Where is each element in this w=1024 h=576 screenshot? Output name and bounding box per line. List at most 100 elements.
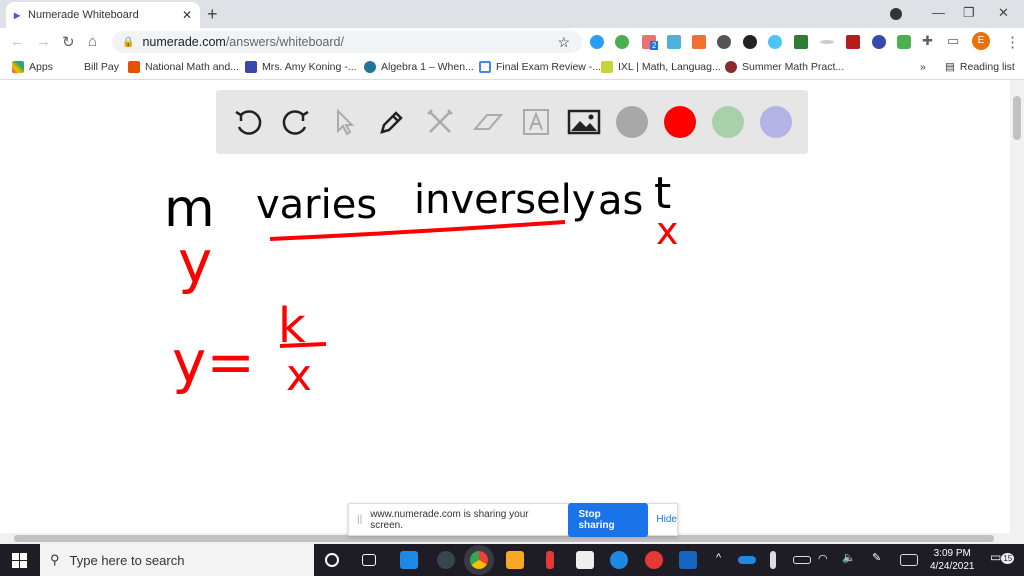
reading-list-button[interactable]: ▤ Reading list <box>945 61 1015 73</box>
extensions-puzzle-icon[interactable]: ✚ <box>922 33 933 49</box>
volume-icon[interactable]: 🔈 <box>842 551 856 564</box>
handwriting-y-label: y <box>178 228 212 296</box>
new-tab-button[interactable]: + <box>207 4 218 25</box>
bookmark-icon <box>128 61 140 73</box>
numerade-logo-icon: ▸ <box>14 8 21 22</box>
cast-icon[interactable]: ▭ <box>947 33 959 49</box>
taskbar-app-icon[interactable] <box>645 551 663 569</box>
lock-icon: 🔒 <box>122 36 135 48</box>
fraction-bar <box>279 342 327 348</box>
taskbar-app-icon[interactable] <box>437 551 455 569</box>
handwriting-as: as <box>598 178 643 224</box>
profile-avatar[interactable]: E <box>972 32 990 50</box>
bookmark-final-exam[interactable]: Final Exam Review -... <box>479 61 601 73</box>
tray-chevron-icon[interactable]: ^ <box>716 552 721 564</box>
bookmarks-bar: Apps Bill Pay National Math and... Mrs. … <box>0 56 1024 80</box>
battery-icon[interactable] <box>793 556 811 564</box>
back-button[interactable]: ← <box>10 33 25 50</box>
minimize-button[interactable]: — <box>932 5 945 20</box>
onedrive-icon[interactable] <box>738 556 756 564</box>
restore-button[interactable]: ❐ <box>963 5 975 21</box>
extension-icon[interactable] <box>872 35 886 49</box>
file-explorer-icon[interactable] <box>506 551 524 569</box>
bookmark-icon <box>479 61 491 73</box>
task-view-icon[interactable] <box>362 554 376 566</box>
screen-share-banner: || www.numerade.com is sharing your scre… <box>348 502 678 537</box>
bookmark-label: Summer Math Pract... <box>742 61 845 73</box>
menu-kebab-icon[interactable]: ⋮ <box>1005 33 1020 51</box>
close-window-button[interactable]: ✕ <box>998 5 1009 21</box>
forward-button[interactable]: → <box>36 33 51 50</box>
share-message: www.numerade.com is sharing your screen. <box>370 508 529 531</box>
bookmark-label: Bill Pay <box>84 61 120 73</box>
bookmark-apps[interactable]: Apps <box>12 61 53 73</box>
extension-icon[interactable] <box>717 35 731 49</box>
home-button[interactable]: ⌂ <box>88 33 97 50</box>
close-tab-icon[interactable]: ✕ <box>182 8 192 22</box>
bookmark-amy-koning[interactable]: Mrs. Amy Koning -... <box>245 61 357 73</box>
notification-center-button[interactable]: ▭ 15 <box>990 550 1015 564</box>
extension-icon[interactable] <box>667 35 681 49</box>
reload-button[interactable]: ↻ <box>62 33 75 51</box>
profile-menu-icon[interactable] <box>890 8 902 20</box>
pen-tray-icon[interactable]: ✎ <box>872 551 881 564</box>
tab-bar: ▸ Numerade Whiteboard ✕ + — ❐ ✕ <box>0 0 1024 28</box>
bookmark-national-math[interactable]: National Math and... <box>128 61 239 73</box>
reading-list-label: Reading list <box>959 61 1015 73</box>
handwriting-varies: varies <box>256 182 377 228</box>
extension-icon[interactable]: 2 <box>642 35 659 50</box>
tab-numerade[interactable]: ▸ Numerade Whiteboard ✕ <box>6 2 200 28</box>
store-icon[interactable] <box>576 551 594 569</box>
keyboard-icon[interactable] <box>900 554 918 566</box>
vertical-scrollbar[interactable] <box>1010 80 1024 544</box>
handwriting-x-label: x <box>656 209 679 253</box>
vertical-scroll-thumb[interactable] <box>1013 96 1021 140</box>
bookmark-label: Final Exam Review -... <box>496 61 602 73</box>
pdf-extension-icon[interactable] <box>846 35 860 49</box>
bookmark-algebra[interactable]: Algebra 1 – When... <box>364 61 474 73</box>
reading-list-icon: ▤ <box>945 61 955 73</box>
search-placeholder: Type here to search <box>69 552 185 568</box>
url-domain: numerade.com <box>142 35 226 49</box>
bookmark-bill-pay[interactable]: Bill Pay <box>84 61 119 73</box>
outlook-icon[interactable] <box>679 551 697 569</box>
chrome-taskbar-icon[interactable] <box>470 551 488 569</box>
taskbar-search-input[interactable]: ⚲ Type here to search <box>40 544 314 576</box>
apps-grid-icon <box>12 61 24 73</box>
bookmark-label: Algebra 1 – When... <box>381 61 474 73</box>
wifi-icon[interactable]: ◠ <box>818 552 828 565</box>
handwriting-inversely: inversely <box>414 177 595 223</box>
hide-button[interactable]: Hide <box>656 514 677 525</box>
extension-icon[interactable] <box>590 35 604 49</box>
extension-icon[interactable] <box>768 35 782 49</box>
tab-title: Numerade Whiteboard <box>28 9 139 21</box>
extension-icon[interactable] <box>820 40 834 44</box>
extension-icon[interactable] <box>743 35 757 49</box>
edge-icon[interactable] <box>610 551 628 569</box>
bookmark-summer-math[interactable]: Summer Math Pract... <box>725 61 844 73</box>
clock-time: 3:09 PM <box>933 548 971 559</box>
whiteboard-canvas[interactable]: m varies inversely as t x y y= k x <box>0 80 1010 533</box>
clock[interactable]: 3:09 PM 4/24/2021 <box>930 547 975 573</box>
windows-start-icon[interactable] <box>12 553 27 568</box>
taskbar-app-icon[interactable] <box>546 551 554 569</box>
windows-taskbar: ⚲ Type here to search ^ ◠ 🔈 ✎ 3:09 PM 4/24… <box>0 544 1024 576</box>
bookmark-label: National Math and... <box>145 61 239 73</box>
cortana-icon[interactable] <box>325 553 339 567</box>
taskbar-app-icon[interactable] <box>400 551 418 569</box>
stop-sharing-button[interactable]: Stop sharing <box>568 502 649 537</box>
extension-icon[interactable] <box>794 35 808 49</box>
bookmark-icon <box>245 61 257 73</box>
extension-icon[interactable] <box>897 35 911 49</box>
ixl-icon <box>601 61 613 73</box>
extension-icon[interactable] <box>692 35 706 49</box>
horizontal-scroll-thumb[interactable] <box>14 535 994 542</box>
drag-handle-icon[interactable]: || <box>357 514 362 525</box>
usb-icon[interactable] <box>770 551 776 569</box>
extension-icon[interactable] <box>615 35 629 49</box>
bookmark-star-icon[interactable]: ☆ <box>557 34 570 51</box>
more-bookmarks-button[interactable]: » <box>920 61 926 73</box>
bookmark-ixl[interactable]: IXL | Math, Languag... <box>601 61 721 73</box>
search-icon: ⚲ <box>50 552 60 567</box>
url-input[interactable]: 🔒 numerade.com/answers/whiteboard/ ☆ <box>112 31 582 53</box>
